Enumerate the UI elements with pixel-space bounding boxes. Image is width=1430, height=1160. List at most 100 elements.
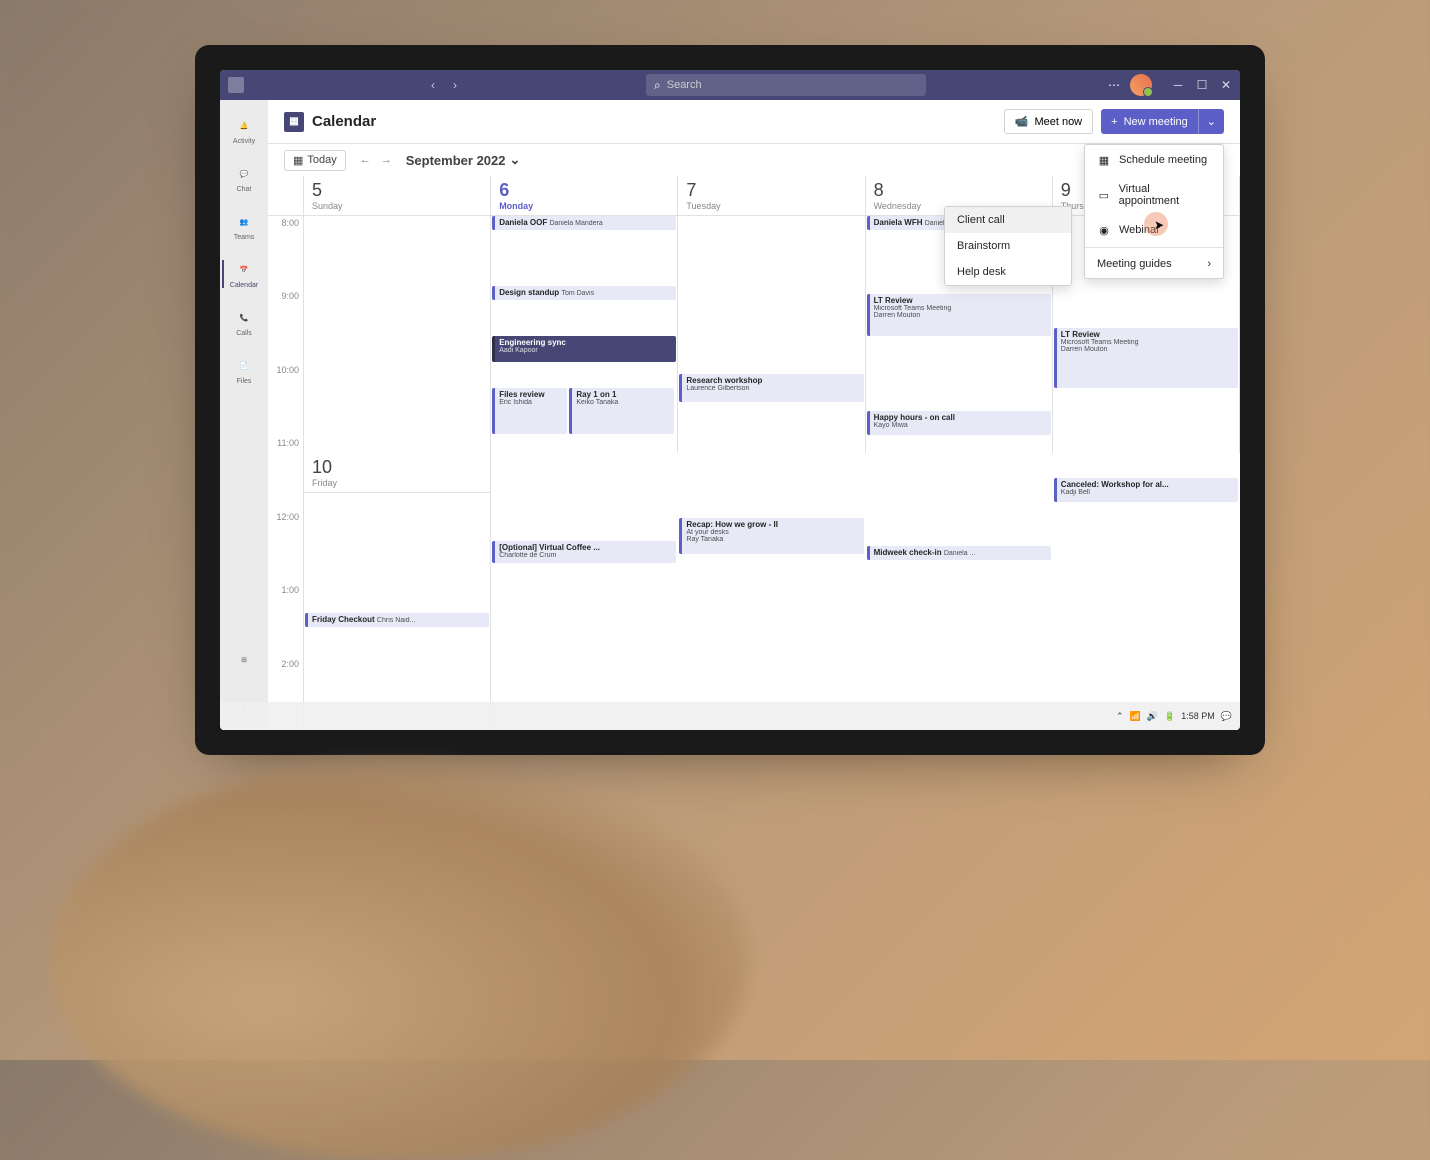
sidebar-label: Teams xyxy=(234,234,255,241)
today-label: Today xyxy=(307,154,336,166)
day-number: 8 xyxy=(874,180,1044,201)
dropdown-virtual-appointment[interactable]: ▭ Virtual appointment xyxy=(1085,175,1223,215)
chevron-right-icon: › xyxy=(1207,258,1211,270)
sidebar-item-calls[interactable]: 📞 Calls xyxy=(222,300,266,344)
calendar-small-icon: ▦ xyxy=(293,154,303,167)
sidebar-item-chat[interactable]: 💬 Chat xyxy=(222,156,266,200)
event[interactable]: Happy hours - on callKayo Miwa xyxy=(867,411,1051,435)
sidebar-label: Files xyxy=(237,378,252,385)
maximize-button[interactable]: ☐ xyxy=(1196,79,1208,91)
event[interactable]: Files reviewEric Ishida xyxy=(492,388,566,434)
calendar-app-icon: ▦ xyxy=(284,112,304,132)
battery-icon[interactable]: 🔋 xyxy=(1164,711,1175,722)
meeting-guides-submenu: Client call Brainstorm Help desk xyxy=(944,206,1072,286)
event[interactable]: Canceled: Workshop for al...Kadji Bell xyxy=(1054,478,1238,502)
day-number: 6 xyxy=(499,180,669,201)
today-button[interactable]: ▦ Today xyxy=(284,150,346,171)
submenu-client-call[interactable]: Client call xyxy=(945,207,1071,233)
event[interactable]: LT ReviewMicrosoft Teams MeetingDarren M… xyxy=(867,294,1051,336)
prev-arrow-icon[interactable]: ← xyxy=(358,152,373,168)
sidebar-item-teams[interactable]: 👥 Teams xyxy=(222,204,266,248)
day-column-monday[interactable]: 6 Monday Daniela OOF Daniela Mandera Des… xyxy=(491,176,678,453)
wifi-icon[interactable]: 📶 xyxy=(1130,711,1141,722)
event[interactable]: Ray 1 on 1Keiko Tanaka xyxy=(569,388,673,434)
app-icon xyxy=(228,77,244,93)
minimize-button[interactable]: ─ xyxy=(1172,79,1184,91)
event[interactable]: Research workshopLaurence Gilbertson xyxy=(679,374,863,402)
month-label-text: September 2022 xyxy=(406,153,506,168)
divider xyxy=(1085,247,1223,248)
day-name: Tuesday xyxy=(686,201,856,211)
sidebar-item-files[interactable]: 📄 Files xyxy=(222,348,266,392)
close-button[interactable]: ✕ xyxy=(1220,79,1232,91)
chat-icon: 💬 xyxy=(234,164,254,184)
bell-icon: 🔔 xyxy=(234,116,254,136)
event[interactable]: Recap: How we grow - IIAt your desksRay … xyxy=(679,518,863,554)
time-column: 8:00 9:00 10:00 11:00 12:00 1:00 2:00 xyxy=(268,176,304,730)
time-label: 1:00 xyxy=(268,583,304,656)
files-icon: 📄 xyxy=(234,356,254,376)
nav-forward-icon[interactable]: › xyxy=(446,76,464,94)
event[interactable]: Midweek check-in Daniela ... xyxy=(867,546,1051,560)
dropdown-schedule-meeting[interactable]: ▦ Schedule meeting xyxy=(1085,145,1223,175)
chevron-down-icon: ⌄ xyxy=(1207,116,1216,128)
webinar-icon: ◉ xyxy=(1097,223,1111,237)
day-column-tuesday[interactable]: 7 Tuesday Research workshopLaurence Gilb… xyxy=(678,176,865,453)
next-arrow-icon[interactable]: → xyxy=(379,152,394,168)
dropdown-webinar[interactable]: ◉ Webinar xyxy=(1085,215,1223,245)
submenu-help-desk[interactable]: Help desk xyxy=(945,259,1071,285)
sidebar-item-apps[interactable]: ⊞ xyxy=(222,638,266,682)
search-input[interactable] xyxy=(667,79,918,91)
sidebar-item-calendar[interactable]: 📅 Calendar xyxy=(222,252,266,296)
calendar-icon: 📅 xyxy=(234,260,254,280)
search-box[interactable]: ⌕ xyxy=(646,74,926,96)
sidebar-label: Calendar xyxy=(230,282,258,289)
event[interactable]: Friday Checkout Chris Naid... xyxy=(305,613,489,627)
day-header: 7 Tuesday xyxy=(678,176,864,216)
tray-icon[interactable]: ⌃ xyxy=(1116,711,1124,722)
phone-icon: 📞 xyxy=(234,308,254,328)
main-content: ▦ Calendar 📹 Meet now + New meeting ⌄ xyxy=(268,100,1240,730)
clock[interactable]: 1:58 PM xyxy=(1181,711,1215,721)
taskbar: ⌃ 📶 🔊 🔋 1:58 PM 💬 xyxy=(220,702,1240,730)
event[interactable]: Design standup Tom Davis xyxy=(492,286,676,300)
chevron-down-icon: ⌄ xyxy=(510,152,521,168)
sidebar-label: Activity xyxy=(233,138,255,145)
day-number: 10 xyxy=(312,457,482,478)
sidebar-label: Chat xyxy=(237,186,252,193)
sidebar: 🔔 Activity 💬 Chat 👥 Teams 📅 Calendar 📞 C… xyxy=(220,100,268,730)
event[interactable]: LT ReviewMicrosoft Teams MeetingDarren M… xyxy=(1054,328,1238,388)
meet-now-button[interactable]: 📹 Meet now xyxy=(1004,109,1093,134)
day-column-sunday[interactable]: 5 Sunday xyxy=(304,176,491,453)
month-selector[interactable]: September 2022 ⌄ xyxy=(406,152,521,168)
event[interactable]: [Optional] Virtual Coffee ...Charlotte d… xyxy=(492,541,676,563)
new-meeting-button[interactable]: + New meeting ⌄ xyxy=(1101,109,1224,134)
sidebar-item-activity[interactable]: 🔔 Activity xyxy=(222,108,266,152)
new-meeting-dropdown: ▦ Schedule meeting ▭ Virtual appointment… xyxy=(1084,144,1224,279)
nav-back-icon[interactable]: ‹ xyxy=(424,76,442,94)
video-icon: 📹 xyxy=(1015,115,1029,128)
day-header: 6 Monday xyxy=(491,176,677,216)
time-label: 10:00 xyxy=(268,363,304,436)
day-number: 5 xyxy=(312,180,482,201)
calendar-icon: ▦ xyxy=(1097,153,1111,167)
new-meeting-label: New meeting xyxy=(1124,116,1188,128)
more-icon[interactable]: ⋯ xyxy=(1108,78,1120,92)
time-label: 11:00 xyxy=(268,436,304,509)
time-label: 12:00 xyxy=(268,510,304,583)
dropdown-meeting-guides[interactable]: Meeting guides › xyxy=(1085,250,1223,278)
day-name: Sunday xyxy=(312,201,482,211)
new-meeting-chevron[interactable]: ⌄ xyxy=(1198,109,1224,134)
day-column-friday[interactable]: 10 Friday Friday Checkout Chris Naid... … xyxy=(304,453,491,730)
speaker-icon[interactable]: 🔊 xyxy=(1147,711,1158,722)
submenu-brainstorm[interactable]: Brainstorm xyxy=(945,233,1071,259)
meet-now-label: Meet now xyxy=(1034,116,1082,128)
sidebar-label: Calls xyxy=(236,330,252,337)
event[interactable]: Daniela OOF Daniela Mandera xyxy=(492,216,676,230)
event[interactable]: Engineering syncAadi Kapoor xyxy=(492,336,676,362)
appointment-icon: ▭ xyxy=(1097,188,1111,202)
dropdown-label: Virtual appointment xyxy=(1119,183,1211,207)
time-label: 8:00 xyxy=(268,216,304,289)
user-avatar[interactable] xyxy=(1130,74,1152,96)
notification-icon[interactable]: 💬 xyxy=(1221,711,1232,722)
